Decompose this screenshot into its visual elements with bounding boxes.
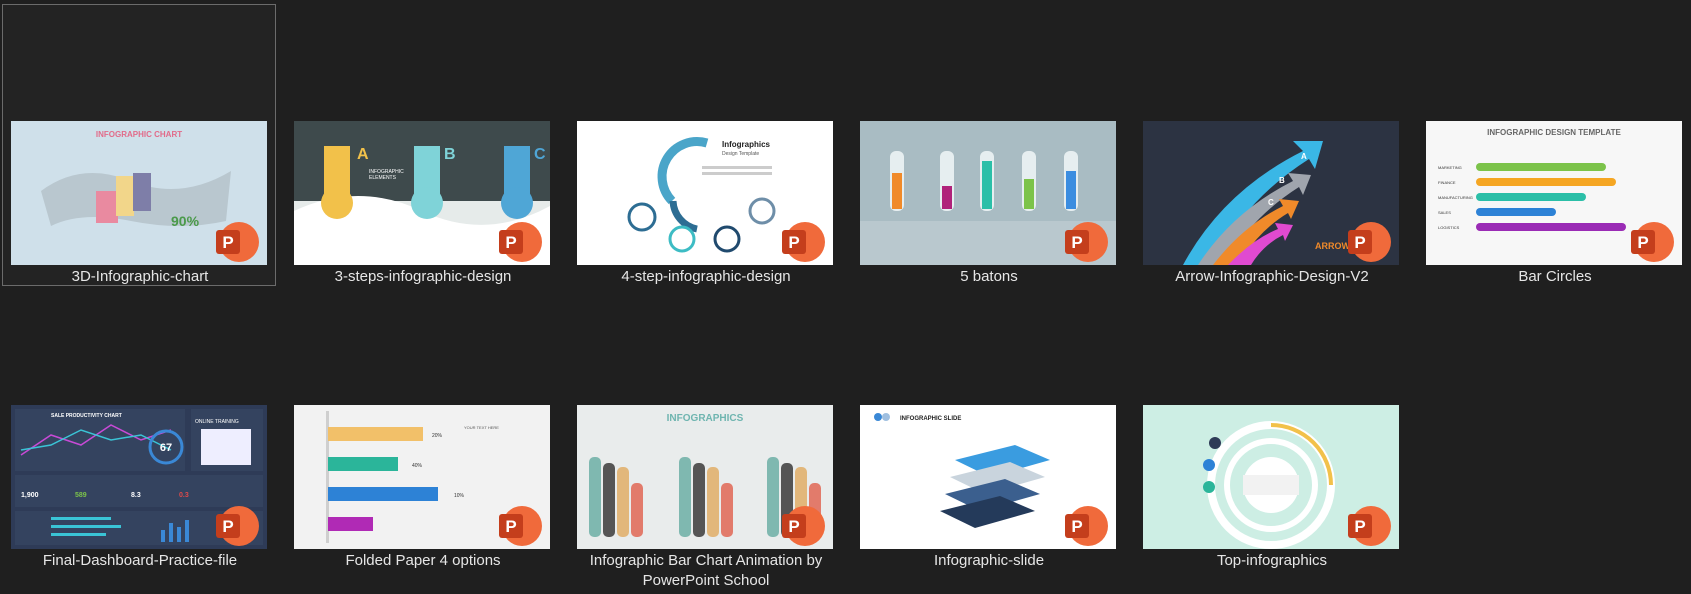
svg-text:C: C: [534, 146, 546, 163]
file-name: Top-infographics: [1216, 552, 1328, 569]
file-tile-3-steps-infographic-design[interactable]: A B C INFOGRAPHIC ELEMENTS P 3-steps-inf…: [285, 4, 559, 286]
svg-text:SALES: SALES: [1438, 210, 1451, 215]
svg-text:40%: 40%: [412, 463, 423, 469]
file-tile-arrow-infographic-design-v2[interactable]: A B C ARROW P Arrow-Infographic-Design-V…: [1134, 4, 1408, 286]
file-tile-top-infographics[interactable]: P Top-infographics: [1134, 288, 1408, 570]
svg-text:1,900: 1,900: [21, 492, 39, 499]
svg-text:67: 67: [160, 442, 172, 454]
svg-text:P: P: [788, 233, 799, 252]
svg-text:YOUR TEXT HERE: YOUR TEXT HERE: [464, 425, 499, 430]
svg-text:P: P: [788, 517, 799, 536]
file-tile-3d-infographic-chart[interactable]: INFOGRAPHIC CHART 90% P 3D-Infographic-c…: [2, 4, 276, 286]
svg-text:INFOGRAPHIC DESIGN TEMPLATE: INFOGRAPHIC DESIGN TEMPLATE: [1487, 128, 1621, 137]
file-name: Infographic-slide: [933, 552, 1045, 569]
svg-text:P: P: [222, 517, 233, 536]
file-tile-bar-circles[interactable]: INFOGRAPHIC DESIGN TEMPLATE MARKETING FI…: [1417, 4, 1691, 286]
powerpoint-icon: P: [782, 506, 825, 546]
file-grid: INFOGRAPHIC CHART 90% P 3D-Infographic-c…: [0, 0, 1691, 594]
file-name: Folded Paper 4 options: [345, 552, 501, 569]
powerpoint-icon: P: [216, 506, 259, 546]
file-tile-folded-paper-4-options[interactable]: 20% 40% 10% YOUR TEXT HERE P Folded Pape…: [285, 288, 559, 570]
powerpoint-icon: P: [499, 506, 542, 546]
svg-text:P: P: [1071, 517, 1082, 536]
powerpoint-icon: P: [216, 222, 259, 262]
svg-text:P: P: [505, 517, 516, 536]
file-name: 4-step-infographic-design: [621, 268, 791, 285]
svg-text:LOGISTICS: LOGISTICS: [1438, 225, 1460, 230]
svg-text:B: B: [1279, 176, 1285, 185]
powerpoint-icon: P: [1631, 222, 1674, 262]
svg-text:0.3: 0.3: [179, 492, 189, 499]
svg-text:SALE PRODUCTIVITY CHART: SALE PRODUCTIVITY CHART: [51, 413, 122, 419]
file-tile-final-dashboard-practice-file[interactable]: SALE PRODUCTIVITY CHART 67 ONLINE TRAINI…: [2, 288, 276, 570]
svg-text:8.3: 8.3: [131, 492, 141, 499]
svg-text:INFOGRAPHICS: INFOGRAPHICS: [667, 413, 744, 424]
powerpoint-icon: P: [1348, 506, 1391, 546]
file-tile-5-batons[interactable]: P 5 batons: [851, 4, 1125, 286]
svg-text:MARKETING: MARKETING: [1438, 165, 1462, 170]
file-name: 3-steps-infographic-design: [334, 268, 512, 285]
svg-text:P: P: [1354, 517, 1365, 536]
svg-text:10%: 10%: [454, 493, 465, 499]
svg-text:589: 589: [75, 492, 87, 499]
svg-text:C: C: [1268, 198, 1274, 207]
thumb-title: INFOGRAPHIC CHART: [96, 130, 182, 139]
svg-text:P: P: [1071, 233, 1082, 252]
file-name: Infographic Bar Chart Animation by Power…: [589, 552, 823, 589]
svg-text:P: P: [505, 233, 516, 252]
svg-text:B: B: [444, 146, 456, 163]
file-name: Arrow-Infographic-Design-V2: [1175, 268, 1369, 285]
thumb-percent: 90%: [171, 213, 200, 229]
svg-text:Design Template: Design Template: [722, 151, 759, 157]
powerpoint-icon: P: [782, 222, 825, 262]
file-tile-infographic-slide[interactable]: INFOGRAPHIC SLIDE P Infographic-slide: [851, 288, 1125, 570]
powerpoint-icon: P: [1065, 506, 1108, 546]
svg-text:INFOGRAPHIC SLIDE: INFOGRAPHIC SLIDE: [900, 416, 961, 422]
powerpoint-icon: P: [499, 222, 542, 262]
svg-text:ONLINE TRAINING: ONLINE TRAINING: [195, 419, 239, 425]
file-tile-infographic-bar-chart-animation[interactable]: INFOGRAPHICS P Infographic Bar Chart Ani…: [568, 288, 842, 589]
file-tile-4-step-infographic-design[interactable]: Infographics Design Template P 4-step-in…: [568, 4, 842, 286]
svg-text:Infographics: Infographics: [722, 140, 771, 149]
svg-text:FINANCE: FINANCE: [1438, 180, 1456, 185]
svg-text:ELEMENTS: ELEMENTS: [369, 175, 397, 181]
file-name: 3D-Infographic-chart: [71, 268, 209, 285]
svg-text:A: A: [357, 146, 369, 163]
svg-text:MANUFACTURING: MANUFACTURING: [1438, 195, 1473, 200]
svg-text:20%: 20%: [432, 433, 443, 439]
file-name: 5 batons: [960, 268, 1018, 285]
svg-text:P: P: [222, 233, 233, 252]
svg-text:P: P: [1637, 233, 1648, 252]
file-name: Bar Circles: [1518, 268, 1592, 285]
svg-text:P: P: [1354, 233, 1365, 252]
svg-text:A: A: [1301, 152, 1307, 161]
powerpoint-icon: P: [1348, 222, 1391, 262]
powerpoint-icon: P: [1065, 222, 1108, 262]
file-name: Final-Dashboard-Practice-file: [42, 552, 238, 569]
